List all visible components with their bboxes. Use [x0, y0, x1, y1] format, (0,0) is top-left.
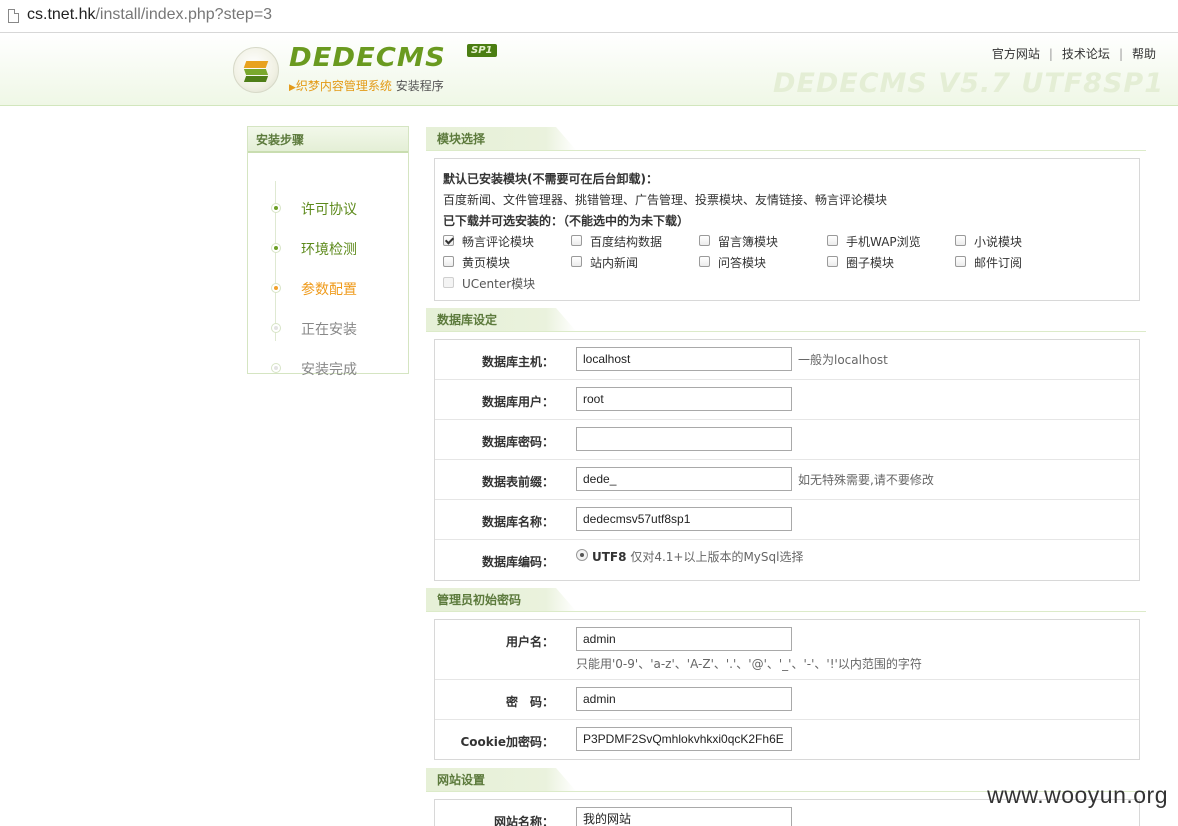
- site-section-title: 网站设置: [426, 768, 576, 791]
- db-host-label: 数据库主机：: [481, 355, 554, 369]
- db-password-input[interactable]: [576, 427, 792, 451]
- admin-password-input[interactable]: admin: [576, 687, 792, 711]
- charset-radio-label: UTF8 仅对4.1+以上版本的MySql选择: [592, 550, 804, 564]
- db-user-input[interactable]: root: [576, 387, 792, 411]
- checkbox-icon[interactable]: [955, 235, 966, 246]
- checkbox-icon[interactable]: [827, 235, 838, 246]
- dedecms-logo-icon: [233, 47, 279, 93]
- admin-box: 用户名： admin 只能用'0-9'、'a-z'、'A-Z'、'.'、'@'、…: [434, 619, 1140, 760]
- checkbox-checked-icon[interactable]: [443, 235, 454, 246]
- db-password-label: 数据库密码：: [481, 435, 554, 449]
- db-user-label: 数据库用户：: [481, 395, 554, 409]
- checkbox-icon[interactable]: [699, 235, 710, 246]
- db-name-row: 数据库名称： dedecmsv57utf8sp1: [435, 500, 1139, 540]
- optional-modules-title: 已下载并可选安装的：（不能选中的为未下载）: [443, 214, 690, 228]
- brand-name: 织梦内容管理系统: [295, 79, 392, 93]
- admin-user-label: 用户名：: [505, 635, 554, 649]
- db-charset-label: 数据库编码：: [481, 555, 554, 569]
- db-prefix-input[interactable]: dede_: [576, 467, 792, 491]
- checkbox-icon[interactable]: [571, 256, 582, 267]
- admin-user-input[interactable]: admin: [576, 627, 792, 651]
- database-section-head: 数据库设定: [426, 308, 1146, 332]
- db-host-input[interactable]: localhost: [576, 347, 792, 371]
- default-modules-title: 默认已安装模块(不需要可在后台卸载)：: [443, 172, 658, 186]
- modules-section-title: 模块选择: [426, 127, 576, 150]
- url-host: cs.tnet.hk: [27, 6, 96, 23]
- database-section-title: 数据库设定: [426, 308, 576, 331]
- address-bar[interactable]: cs.tnet.hk/install/index.php?step=3: [0, 0, 1178, 33]
- step-dot-icon: [271, 203, 281, 213]
- db-host-row: 数据库主机： localhost 一般为localhost: [435, 340, 1139, 380]
- admin-user-row: 用户名： admin 只能用'0-9'、'a-z'、'A-Z'、'.'、'@'、…: [435, 620, 1139, 680]
- cookie-key-input[interactable]: P3PDMF2SvQmhlokvhkxi0qcK2Fh6E: [576, 727, 792, 751]
- admin-section-head: 管理员初始密码: [426, 588, 1146, 612]
- site-name-input[interactable]: 我的网站: [576, 807, 792, 826]
- checkbox-icon[interactable]: [699, 256, 710, 267]
- site-name-label: 网站名称：: [493, 815, 554, 826]
- logo-text: DEDECMS: [289, 43, 446, 73]
- url-path: /install/index.php?step=3: [95, 6, 273, 23]
- step-dot-icon: [271, 363, 281, 373]
- modules-box: 默认已安装模块(不需要可在后台卸载)： 百度新闻、文件管理器、挑错管理、广告管理…: [434, 158, 1140, 301]
- admin-password-label: 密 码：: [505, 695, 554, 709]
- default-modules-list: 百度新闻、文件管理器、挑错管理、广告管理、投票模块、友情链接、畅言评论模块: [443, 193, 888, 207]
- divider: |: [1118, 47, 1123, 61]
- checkbox-disabled-icon: [443, 277, 454, 288]
- cookie-key-label: Cookie加密码：: [460, 735, 554, 749]
- db-charset-row: 数据库编码： UTF8 仅对4.1+以上版本的MySql选择: [435, 540, 1139, 580]
- db-prefix-row: 数据表前缀： dede_ 如无特殊需要,请不要修改: [435, 460, 1139, 500]
- link-official-site[interactable]: 官方网站: [992, 47, 1040, 61]
- install-steps-panel: 安装步骤 许可协议 环境检测 参数配置 正在安装 安装完成: [247, 126, 409, 378]
- charset-radio-utf8[interactable]: [576, 549, 588, 561]
- top-links: 官方网站 | 技术论坛 | 帮助: [983, 45, 1156, 62]
- page-header: DEDECMS SP1 ▶织梦内容管理系统 安装程序 官方网站 | 技术论坛 | 帮助 …: [0, 34, 1178, 106]
- sp1-badge: SP1: [467, 44, 497, 57]
- step-dot-icon: [271, 243, 281, 253]
- db-name-label: 数据库名称：: [481, 515, 554, 529]
- step-dot-icon: [271, 323, 281, 333]
- watermark-text: www.wooyun.org: [987, 782, 1168, 808]
- admin-user-hint: 只能用'0-9'、'a-z'、'A-Z'、'.'、'@'、'_'、'-'、'!'…: [576, 657, 922, 671]
- checkbox-icon[interactable]: [827, 256, 838, 267]
- database-box: 数据库主机： localhost 一般为localhost 数据库用户： roo…: [434, 339, 1140, 581]
- link-forum[interactable]: 技术论坛: [1062, 47, 1110, 61]
- url-text[interactable]: cs.tnet.hk/install/index.php?step=3: [27, 6, 272, 24]
- arrow-icon: ▶: [289, 83, 296, 93]
- db-prefix-label: 数据表前缀：: [481, 475, 554, 489]
- version-watermark: DEDECMS V5.7 UTF8SP1: [773, 68, 1164, 99]
- db-name-input[interactable]: dedecmsv57utf8sp1: [576, 507, 792, 531]
- db-user-row: 数据库用户： root: [435, 380, 1139, 420]
- steps-list: 许可协议 环境检测 参数配置 正在安装 安装完成: [248, 153, 408, 378]
- install-steps-title: 安装步骤: [248, 127, 408, 153]
- db-password-row: 数据库密码：: [435, 420, 1139, 460]
- db-host-hint: 一般为localhost: [798, 353, 888, 367]
- page-icon: [8, 9, 19, 23]
- modules-section-head: 模块选择: [426, 127, 1146, 151]
- program-name: 安装程序: [395, 79, 444, 93]
- checkbox-icon[interactable]: [443, 256, 454, 267]
- step-dot-icon: [271, 283, 281, 293]
- db-prefix-hint: 如无特殊需要,请不要修改: [798, 473, 934, 487]
- checkbox-icon[interactable]: [955, 256, 966, 267]
- checkbox-icon[interactable]: [571, 235, 582, 246]
- sub-title: ▶织梦内容管理系统 安装程序: [289, 77, 444, 94]
- cookie-key-row: Cookie加密码： P3PDMF2SvQmhlokvhkxi0qcK2Fh6E: [435, 720, 1139, 760]
- link-help[interactable]: 帮助: [1132, 47, 1156, 61]
- admin-section-title: 管理员初始密码: [426, 588, 576, 611]
- admin-password-row: 密 码： admin: [435, 680, 1139, 720]
- divider: |: [1048, 47, 1053, 61]
